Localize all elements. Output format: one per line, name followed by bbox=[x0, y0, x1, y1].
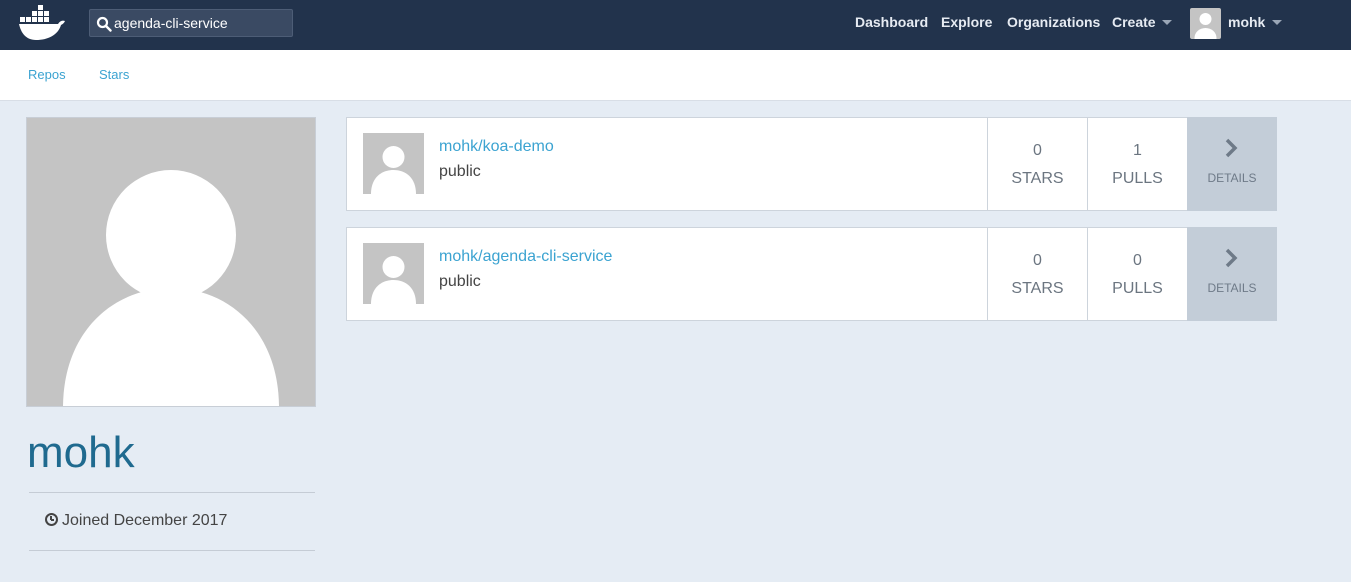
stars-count: 0 bbox=[1033, 252, 1042, 269]
details-label: DETAILS bbox=[1207, 171, 1257, 185]
pulls-count: 1 bbox=[1133, 142, 1142, 159]
search-input[interactable] bbox=[114, 13, 288, 33]
chevron-right-icon bbox=[1225, 248, 1238, 268]
chevron-down-icon[interactable] bbox=[1162, 20, 1172, 25]
nav-explore[interactable]: Explore bbox=[941, 0, 992, 50]
repo-avatar-icon bbox=[363, 243, 424, 304]
profile-avatar bbox=[26, 117, 316, 407]
user-avatar-icon[interactable] bbox=[1190, 8, 1221, 39]
tab-repos[interactable]: Repos bbox=[28, 67, 66, 82]
repo-stars: 0 STARS bbox=[987, 118, 1087, 210]
top-navbar: Dashboard Explore Organizations Create m… bbox=[0, 0, 1351, 50]
repo-visibility: public bbox=[439, 163, 481, 180]
nav-organizations[interactable]: Organizations bbox=[1007, 0, 1100, 50]
clock-icon bbox=[45, 513, 58, 526]
divider bbox=[29, 492, 315, 493]
tab-stars[interactable]: Stars bbox=[99, 67, 129, 82]
repo-pulls: 0 PULLS bbox=[1087, 228, 1187, 320]
stars-label: STARS bbox=[1011, 280, 1064, 297]
repo-pulls: 1 PULLS bbox=[1087, 118, 1187, 210]
profile-username: mohk bbox=[27, 428, 135, 477]
joined-date: Joined December 2017 bbox=[45, 512, 227, 530]
chevron-right-icon bbox=[1225, 138, 1238, 158]
stars-count: 0 bbox=[1033, 142, 1042, 159]
repo-avatar-icon bbox=[363, 133, 424, 194]
details-button[interactable]: DETAILS bbox=[1187, 227, 1277, 321]
repo-name-link[interactable]: mohk/agenda-cli-service bbox=[439, 248, 612, 266]
profile-subnav: Repos Stars bbox=[0, 50, 1351, 101]
search-box[interactable] bbox=[89, 9, 293, 37]
nav-username[interactable]: mohk bbox=[1228, 0, 1265, 50]
chevron-down-icon[interactable] bbox=[1272, 20, 1282, 25]
repo-card: mohk/koa-demo public 0 STARS 1 PULLS DET… bbox=[346, 117, 1277, 211]
nav-dashboard[interactable]: Dashboard bbox=[855, 0, 928, 50]
details-label: DETAILS bbox=[1207, 281, 1257, 295]
repo-stars: 0 STARS bbox=[987, 228, 1087, 320]
pulls-label: PULLS bbox=[1112, 280, 1163, 297]
divider bbox=[29, 550, 315, 551]
nav-create[interactable]: Create bbox=[1112, 0, 1156, 50]
details-button[interactable]: DETAILS bbox=[1187, 117, 1277, 211]
repo-visibility: public bbox=[439, 273, 481, 290]
joined-text: Joined December 2017 bbox=[62, 512, 228, 529]
repo-card: mohk/agenda-cli-service public 0 STARS 0… bbox=[346, 227, 1277, 321]
repo-name-link[interactable]: mohk/koa-demo bbox=[439, 138, 554, 156]
pulls-label: PULLS bbox=[1112, 170, 1163, 187]
stars-label: STARS bbox=[1011, 170, 1064, 187]
docker-whale-icon[interactable] bbox=[18, 5, 68, 43]
search-icon bbox=[96, 16, 112, 32]
pulls-count: 0 bbox=[1133, 252, 1142, 269]
